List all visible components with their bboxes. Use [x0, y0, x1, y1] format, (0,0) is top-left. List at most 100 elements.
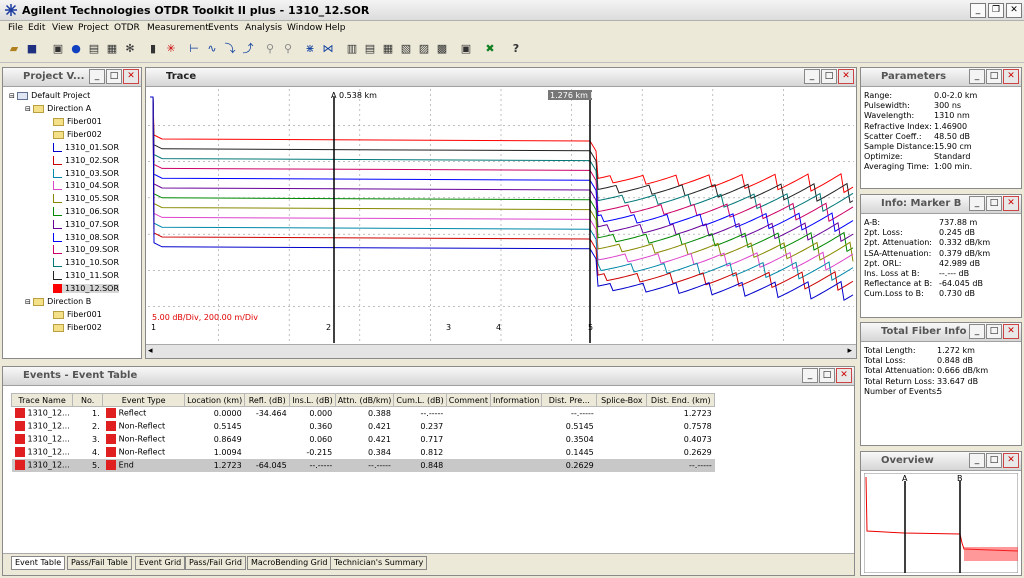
panel-maximize-button[interactable]: □: [986, 453, 1002, 468]
layout-6-icon[interactable]: ▩: [434, 41, 450, 57]
column-header[interactable]: Location (km): [184, 393, 246, 407]
tree-trace-item[interactable]: 1310_11.SOR: [53, 271, 119, 280]
panel-minimize-button[interactable]: _: [969, 324, 985, 339]
menu-otdr[interactable]: OTDR: [114, 23, 140, 33]
panel-minimize-button[interactable]: _: [969, 453, 985, 468]
otdr-trace-plot[interactable]: A 0.538 km 1.276 km B 5.00 dB/Div, 200.00 …: [148, 89, 854, 343]
event-add-icon[interactable]: ⋇: [302, 41, 318, 57]
layout-5-icon[interactable]: ▨: [416, 41, 432, 57]
menu-edit[interactable]: Edit: [28, 23, 45, 33]
column-header[interactable]: No.: [72, 393, 104, 407]
menu-project[interactable]: Project: [78, 23, 109, 33]
panel-minimize-button[interactable]: _: [804, 69, 820, 84]
tree-fiber-b1[interactable]: Fiber001: [53, 310, 102, 319]
column-header[interactable]: Information: [489, 393, 543, 407]
tree-trace-item[interactable]: 1310_02.SOR: [53, 155, 119, 165]
panel-maximize-button[interactable]: □: [106, 69, 122, 84]
column-header[interactable]: Attn. (dB/km): [334, 393, 395, 407]
table-row[interactable]: 1310_12... 5. End 1.2723 -64.045 --.----- --.-…: [11, 458, 715, 472]
trace-cross-icon[interactable]: ⤴: [240, 41, 256, 57]
menu-events[interactable]: Events: [208, 23, 238, 33]
restore-button[interactable]: ❐: [988, 3, 1004, 18]
panel-close-button[interactable]: ✕: [1003, 324, 1019, 339]
tab-technicians-summary[interactable]: Technician's Summary: [330, 556, 428, 570]
marker-icon[interactable]: ✳: [163, 41, 179, 57]
minimize-button[interactable]: _: [970, 3, 986, 18]
info-icon[interactable]: ●: [68, 41, 84, 57]
panel-close-button[interactable]: ✕: [838, 69, 854, 84]
copy-icon[interactable]: ▣: [50, 41, 66, 57]
tree-trace-item[interactable]: 1310_05.SOR: [53, 194, 119, 204]
panel-close-button[interactable]: ✕: [123, 69, 139, 84]
menu-help[interactable]: Help: [325, 23, 346, 33]
tree-trace-item[interactable]: 1310_10.SOR: [53, 258, 119, 268]
tree-trace-item[interactable]: 1310_01.SOR: [53, 143, 119, 152]
panel-maximize-button[interactable]: □: [986, 69, 1002, 84]
edit-icon[interactable]: ▤: [86, 41, 102, 57]
tree-trace-item[interactable]: 1310_08.SOR: [53, 232, 119, 242]
table-row[interactable]: 1310_12... 1. Reflect 0.0000 -34.464 0.000 0.3…: [12, 407, 715, 420]
tab-event-table[interactable]: Event Table: [11, 556, 66, 570]
save-icon[interactable]: ■: [24, 41, 40, 57]
menu-window[interactable]: Window: [287, 23, 323, 33]
panel-minimize-button[interactable]: _: [802, 368, 818, 383]
tab-macrobending-grid[interactable]: MacroBending Grid: [247, 556, 332, 570]
horizontal-scrollbar[interactable]: ◂ ▸: [146, 344, 856, 358]
table-row[interactable]: 1310_12... 4. Non-Reflect 1.0094 -0.215 0.384…: [12, 446, 715, 459]
tree-trace-item[interactable]: 1310_09.SOR: [53, 245, 119, 255]
settings-icon[interactable]: ✻: [122, 41, 138, 57]
column-header[interactable]: Ins.L. (dB): [289, 393, 336, 407]
column-header[interactable]: Cum.L. (dB): [393, 393, 447, 407]
panel-close-button[interactable]: ✕: [1003, 69, 1019, 84]
panel-maximize-button[interactable]: □: [821, 69, 837, 84]
panel-close-button[interactable]: ✕: [1003, 453, 1019, 468]
panel-minimize-button[interactable]: _: [969, 69, 985, 84]
column-header[interactable]: Trace Name: [10, 393, 74, 407]
menu-measurement[interactable]: Measurement: [147, 23, 209, 33]
zoom-range-icon[interactable]: ⊢: [186, 41, 202, 57]
panel-minimize-button[interactable]: _: [969, 196, 985, 211]
panel-maximize-button[interactable]: □: [819, 368, 835, 383]
overview-plot[interactable]: A B: [864, 473, 1018, 573]
report-icon[interactable]: ▣: [458, 41, 474, 57]
layout-1-icon[interactable]: ▥: [344, 41, 360, 57]
tree-trace-item[interactable]: 1310_04.SOR: [53, 181, 119, 191]
close-button[interactable]: ✕: [1006, 3, 1022, 18]
layout-2-icon[interactable]: ▤: [362, 41, 378, 57]
device-icon[interactable]: ▮: [145, 41, 161, 57]
event-remove-icon[interactable]: ⋈: [320, 41, 336, 57]
panel-close-button[interactable]: ✕: [836, 368, 852, 383]
tree-trace-item[interactable]: 1310_03.SOR: [53, 168, 119, 178]
scroll-left-icon[interactable]: ◂: [148, 346, 153, 356]
tree-fiber-a2[interactable]: Fiber002: [53, 130, 102, 139]
table-row[interactable]: 1310_12... 3. Non-Reflect 0.8649 0.060 0.421 0…: [12, 433, 715, 446]
column-header[interactable]: Dist. End. (km): [646, 393, 716, 407]
panel-maximize-button[interactable]: □: [986, 196, 1002, 211]
tree-direction-b[interactable]: ⊟ Direction B: [25, 297, 91, 306]
menu-analysis[interactable]: Analysis: [245, 23, 282, 33]
panel-maximize-button[interactable]: □: [986, 324, 1002, 339]
menu-file[interactable]: File: [8, 23, 23, 33]
tree-trace-item[interactable]: 1310_06.SOR: [53, 207, 119, 216]
open-folder-icon[interactable]: ▰: [6, 41, 22, 57]
column-header[interactable]: Event Type: [102, 393, 186, 407]
panel-close-button[interactable]: ✕: [1003, 196, 1019, 211]
column-header[interactable]: Refl. (dB): [244, 393, 291, 407]
tree-fiber-a1[interactable]: Fiber001: [53, 117, 102, 126]
menu-view[interactable]: View: [52, 23, 73, 33]
zoom-out-icon[interactable]: ⚲: [280, 41, 296, 57]
tab-event-grid[interactable]: Event Grid: [135, 556, 186, 570]
layout-4-icon[interactable]: ▧: [398, 41, 414, 57]
tab-pass-fail-table[interactable]: Pass/Fail Table: [67, 556, 132, 570]
panel-minimize-button[interactable]: _: [89, 69, 105, 84]
tree-root[interactable]: ⊟ Default Project: [9, 91, 90, 100]
zoom-in-icon[interactable]: ⚲: [262, 41, 278, 57]
print-icon[interactable]: ▦: [104, 41, 120, 57]
tree-direction-a[interactable]: ⊟ Direction A: [25, 104, 91, 113]
layout-3-icon[interactable]: ▦: [380, 41, 396, 57]
tree-fiber-b2[interactable]: Fiber002: [53, 323, 102, 332]
column-header[interactable]: Splice-Box: [596, 393, 648, 407]
excel-icon[interactable]: ✖: [482, 41, 498, 57]
help-icon[interactable]: ?: [508, 41, 524, 57]
trace-down-icon[interactable]: ⤵: [222, 41, 238, 57]
